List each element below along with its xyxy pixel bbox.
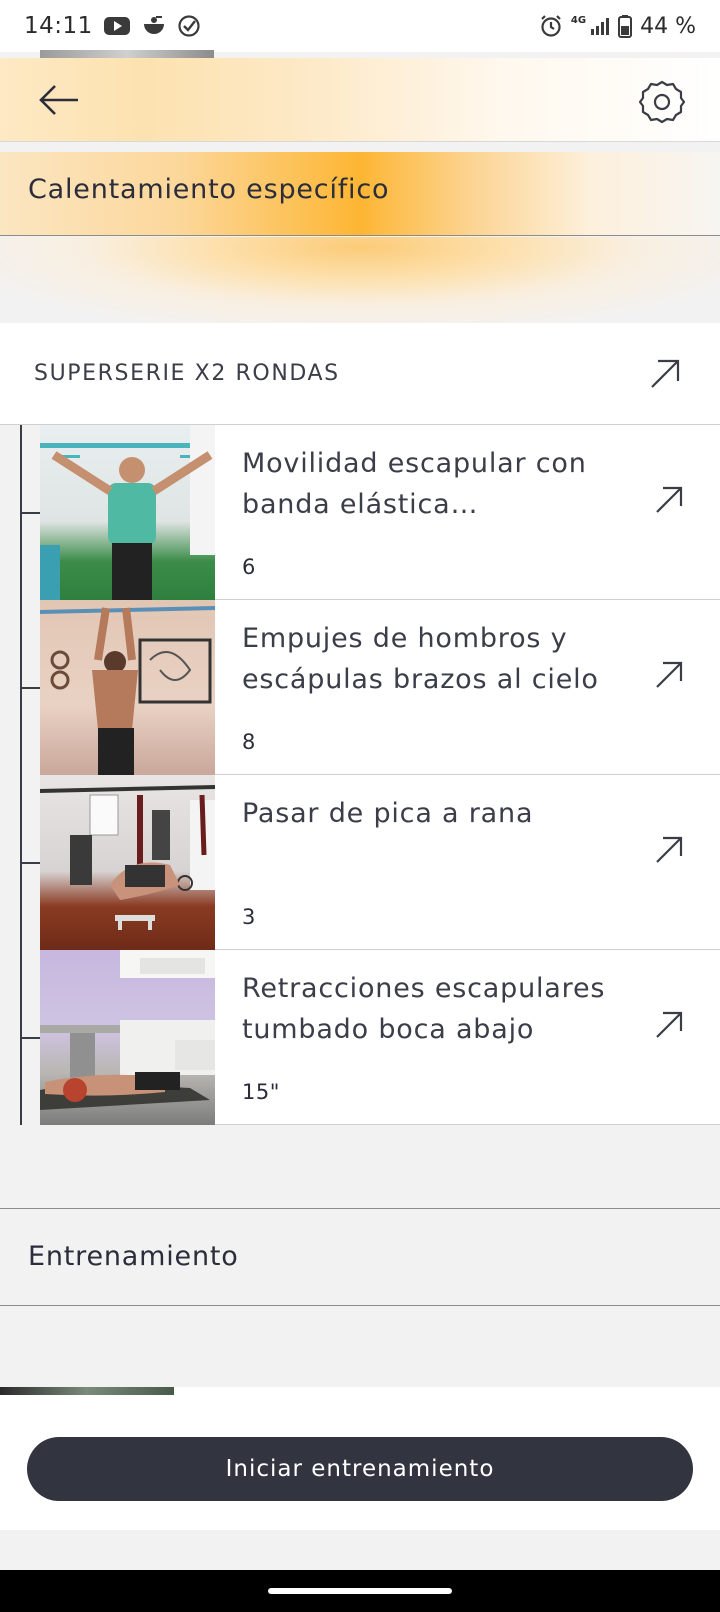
check-circle-icon: [177, 14, 201, 38]
tree-tick: [20, 862, 40, 864]
back-button[interactable]: [36, 80, 82, 120]
app-icon: [141, 15, 167, 37]
exercise-row[interactable]: Retracciones escapulares tumbado boca ab…: [40, 950, 720, 1125]
tree-tick: [20, 512, 40, 514]
exercise-thumbnail: [40, 425, 215, 600]
youtube-icon: [103, 15, 131, 37]
settings-button[interactable]: [638, 78, 686, 126]
top-app-bar: [0, 58, 720, 142]
warmup-section-header: Calentamiento específico: [0, 152, 720, 236]
arrow-up-right-icon[interactable]: [654, 660, 684, 690]
exercise-name: Empujes de hombros y escápulas brazos al…: [242, 623, 599, 695]
exercise-reps: 8: [242, 730, 256, 754]
tree-tick: [20, 1037, 40, 1039]
exercise-thumbnail: [40, 775, 215, 950]
tree-tick: [20, 687, 40, 689]
scrolled-thumbnail-edge: [40, 50, 214, 58]
warmup-section-background: [0, 237, 720, 323]
arrow-up-right-icon[interactable]: [654, 485, 684, 515]
superserie-card[interactable]: SUPERSERIE X2 RONDAS: [0, 323, 720, 425]
section-title-training: Entrenamiento: [28, 1241, 239, 1272]
arrow-up-right-icon[interactable]: [648, 357, 682, 391]
status-time: 14:11: [24, 13, 93, 39]
battery-icon: [618, 14, 633, 38]
section-title-warmup: Calentamiento específico: [28, 174, 390, 205]
status-bar: 14:11 4G 44 %: [0, 0, 720, 52]
superserie-label: SUPERSERIE X2 RONDAS: [34, 361, 340, 386]
exercise-thumbnail: [40, 950, 215, 1125]
exercise-row[interactable]: Empujes de hombros y escápulas brazos al…: [40, 600, 720, 775]
arrow-left-icon: [39, 85, 78, 115]
exercise-reps: 6: [242, 555, 256, 579]
exercise-reps: 3: [242, 905, 256, 929]
arrow-up-right-icon[interactable]: [654, 1010, 684, 1040]
exercise-row[interactable]: Pasar de pica a rana 3: [40, 775, 720, 950]
exercise-thumbnail: [40, 600, 215, 775]
exercise-name: Retracciones escapulares tumbado boca ab…: [242, 973, 606, 1045]
scrolled-thumbnail-edge: [0, 1387, 174, 1395]
bottom-action-panel: Iniciar entrenamiento: [0, 1387, 720, 1530]
home-gesture-handle[interactable]: [268, 1588, 452, 1594]
superserie-tree-line: [20, 425, 22, 1125]
arrow-up-right-icon[interactable]: [654, 835, 684, 865]
gear-icon: [639, 80, 685, 124]
alarm-icon: [539, 14, 563, 38]
exercise-name: Pasar de pica a rana: [242, 798, 534, 829]
battery-percent: 44 %: [640, 13, 696, 39]
exercise-reps: 15": [242, 1080, 280, 1104]
start-workout-button[interactable]: Iniciar entrenamiento: [27, 1437, 693, 1501]
signal-icon: [590, 16, 610, 36]
network-type: 4G: [570, 14, 587, 26]
system-navigation-bar: [0, 1570, 720, 1612]
training-section-header: Entrenamiento: [0, 1208, 720, 1306]
exercise-name: Movilidad escapular con banda elástica (…: [242, 448, 587, 520]
exercise-row[interactable]: Movilidad escapular con banda elástica (…: [40, 425, 720, 600]
